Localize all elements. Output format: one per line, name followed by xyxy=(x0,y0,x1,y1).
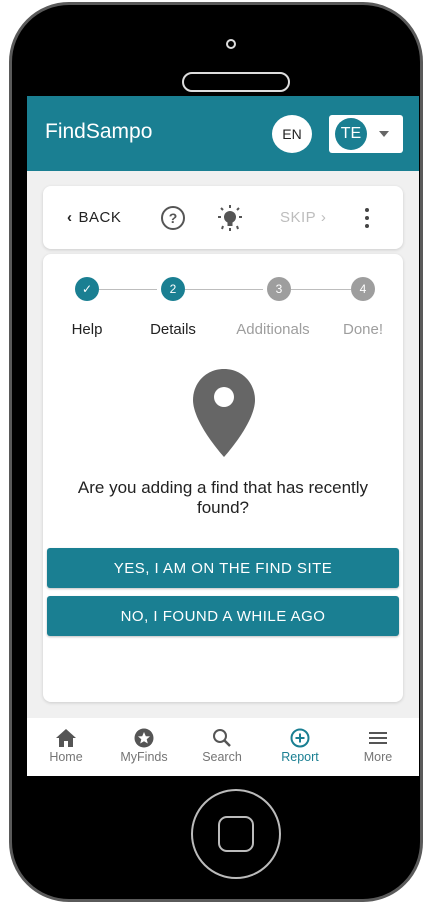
nav-label: Home xyxy=(49,750,83,764)
speaker-grille xyxy=(182,72,290,92)
nav-search[interactable]: Search xyxy=(183,718,261,776)
chevron-right-icon: › xyxy=(320,209,327,226)
back-button[interactable]: ‹ BACK xyxy=(67,209,121,226)
wizard-toolbar: ‹ BACK ? SKIP › xyxy=(43,186,403,249)
menu-icon xyxy=(369,732,387,744)
language-button[interactable]: EN xyxy=(272,115,312,153)
step-3-label: Additionals xyxy=(236,321,310,338)
nav-more[interactable]: More xyxy=(339,718,417,776)
add-circle-icon xyxy=(290,728,310,748)
nav-label: Report xyxy=(281,750,319,764)
step-connector xyxy=(99,289,157,290)
step-1-check-icon: ✓ xyxy=(75,277,99,301)
wizard-card: ✓ 2 3 4 Help Details Additionals Done! A… xyxy=(43,254,403,702)
step-3-number: 3 xyxy=(267,277,291,301)
app-title: FindSampo xyxy=(45,120,153,143)
help-icon[interactable]: ? xyxy=(161,206,185,230)
avatar: TE xyxy=(335,118,367,150)
step-4-number: 4 xyxy=(351,277,375,301)
bottom-nav: Home MyFinds Search Report More xyxy=(27,718,419,776)
lightbulb-icon[interactable] xyxy=(215,204,245,234)
nav-myfinds[interactable]: MyFinds xyxy=(105,718,183,776)
yes-on-find-site-button[interactable]: YES, I AM ON THE FIND SITE xyxy=(47,548,399,588)
nav-home[interactable]: Home xyxy=(27,718,105,776)
step-connector xyxy=(185,289,263,290)
no-found-while-ago-button[interactable]: NO, I FOUND A WHILE AGO xyxy=(47,596,399,636)
nav-label: MyFinds xyxy=(120,750,168,764)
star-circle-icon xyxy=(134,728,154,748)
nav-report[interactable]: Report xyxy=(261,718,339,776)
step-connector xyxy=(291,289,351,290)
location-pin-icon xyxy=(193,369,255,457)
camera-icon xyxy=(226,39,236,49)
step-1-label: Help xyxy=(71,321,103,338)
back-label: BACK xyxy=(78,209,122,226)
app-header: FindSampo EN TE xyxy=(27,96,419,171)
nav-label: Search xyxy=(202,750,242,764)
more-vert-icon[interactable] xyxy=(365,208,369,228)
chevron-left-icon: ‹ xyxy=(67,209,73,226)
app-screen: FindSampo EN TE ‹ BACK ? SKIP › ✓ 2 3 4 … xyxy=(27,96,419,776)
device-home-button[interactable] xyxy=(191,789,281,879)
question-text: Are you adding a find that has recently … xyxy=(77,478,369,517)
step-4-label: Done! xyxy=(342,321,384,338)
nav-label: More xyxy=(363,750,393,764)
skip-label: SKIP xyxy=(280,209,317,226)
skip-button[interactable]: SKIP › xyxy=(280,209,326,226)
caret-down-icon xyxy=(379,131,389,137)
search-icon xyxy=(213,729,231,747)
step-2-number: 2 xyxy=(161,277,185,301)
device-home-button-square xyxy=(218,816,254,852)
step-2-label: Details xyxy=(150,321,196,338)
home-icon xyxy=(56,729,76,747)
user-menu-button[interactable]: TE xyxy=(329,115,403,153)
